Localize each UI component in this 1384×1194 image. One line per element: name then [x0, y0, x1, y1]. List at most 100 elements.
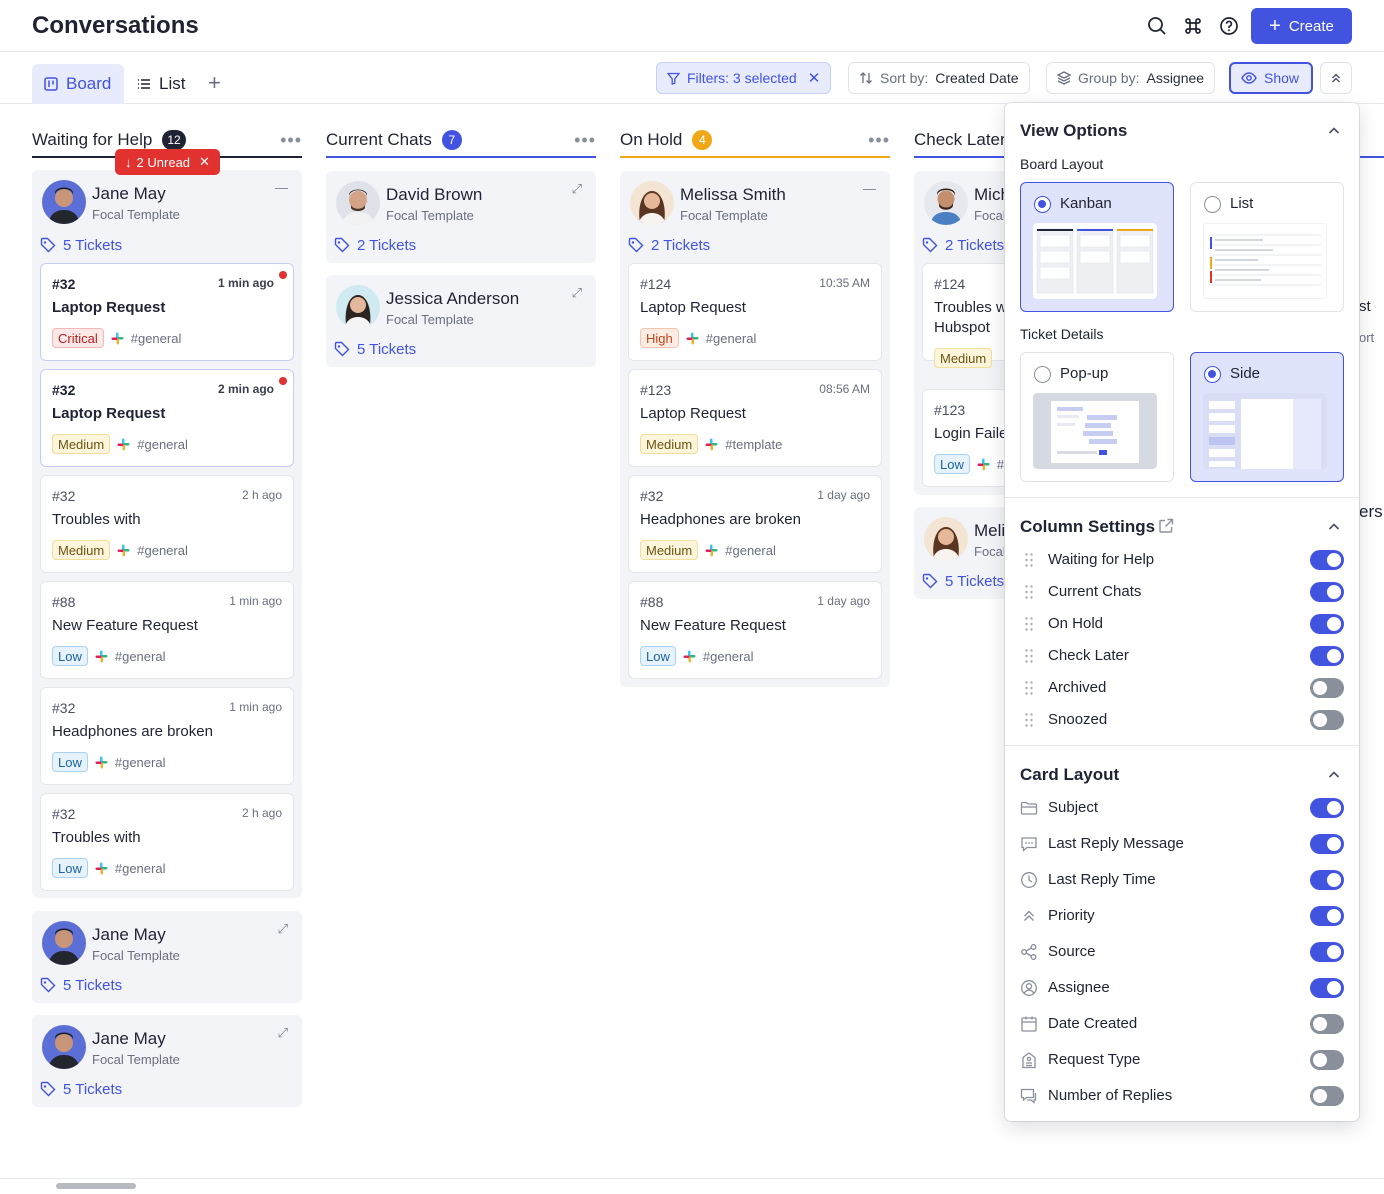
tickets-link[interactable]: 5 Tickets — [40, 235, 122, 255]
group-chip[interactable]: Group by: Assignee — [1046, 62, 1216, 94]
show-button[interactable]: Show — [1229, 62, 1313, 94]
drag-handle-icon[interactable] — [1024, 712, 1034, 728]
toggle-on[interactable] — [1310, 646, 1344, 666]
building-icon — [1022, 1052, 1036, 1069]
layout-option-list[interactable]: List — [1190, 182, 1344, 312]
horizontal-scrollbar[interactable] — [56, 1183, 136, 1189]
assignee-name: Jessica Anderson — [386, 289, 520, 308]
ticket-card[interactable]: #88 1 min ago New Feature Request Low #ge… — [40, 581, 294, 679]
assignee-group[interactable]: David Brown Focal Template ⤢ 2 Tickets — [326, 171, 596, 263]
chevron-up-icon[interactable] — [1327, 520, 1341, 534]
avatar — [336, 285, 380, 329]
collapse-icon[interactable]: — — [275, 180, 288, 195]
layers-icon — [1057, 71, 1071, 85]
assignee-template: Focal — [974, 208, 1006, 223]
setting-label: Assignee — [1048, 979, 1110, 996]
ticket-card[interactable]: #88 1 day ago New Feature Request Low #ge… — [628, 581, 882, 679]
add-view-icon[interactable]: + — [208, 72, 221, 94]
assignee-name: Jane May — [92, 925, 166, 944]
tab-board[interactable]: Board — [32, 64, 124, 104]
ticket-card[interactable]: #32 2 min ago Laptop Request Medium #gene… — [40, 369, 294, 467]
drag-handle-icon[interactable] — [1024, 648, 1034, 664]
ticket-subject: New Feature Request — [640, 617, 786, 634]
filters-chip[interactable]: Filters: 3 selected ✕ — [656, 62, 832, 94]
drag-handle-icon[interactable] — [1024, 552, 1034, 568]
ticket-card[interactable]: #32 1 min ago Headphones are broken Low #… — [40, 687, 294, 785]
dismiss-icon[interactable]: ✕ — [199, 154, 210, 170]
expand-icon[interactable]: ⤢ — [572, 285, 582, 301]
tab-list[interactable]: List — [125, 64, 197, 104]
command-icon[interactable] — [1183, 16, 1203, 36]
tickets-count: 2 Tickets — [651, 236, 711, 254]
drag-handle-icon[interactable] — [1024, 584, 1034, 600]
drag-handle-icon[interactable] — [1024, 680, 1034, 696]
expand-icon[interactable]: ⤢ — [278, 921, 288, 937]
toggle-on[interactable] — [1310, 978, 1344, 998]
tickets-link[interactable]: 5 Tickets — [40, 975, 122, 995]
toggle-on[interactable] — [1310, 550, 1344, 570]
details-option-side[interactable]: Side — [1190, 352, 1344, 482]
tickets-link[interactable]: 5 Tickets — [40, 1079, 122, 1099]
search-icon[interactable] — [1147, 16, 1167, 36]
more-icon[interactable]: ••• — [280, 130, 302, 151]
toggle-off[interactable] — [1310, 710, 1344, 730]
expand-icon[interactable]: ⤢ — [572, 181, 582, 197]
collapse-icon[interactable]: — — [863, 181, 876, 196]
assignee-group[interactable]: Jessica Anderson Focal Template ⤢ 5 Tick… — [326, 275, 596, 367]
tickets-link[interactable]: 5 Tickets — [334, 339, 416, 359]
toggle-off[interactable] — [1310, 1050, 1344, 1070]
collapse-button[interactable] — [1320, 62, 1352, 94]
external-link-icon[interactable] — [1158, 518, 1174, 534]
assignee-group[interactable]: Jane May Focal Template ⤢ 5 Tickets — [32, 911, 302, 1003]
tickets-link[interactable]: 2 Tickets — [628, 235, 710, 255]
toggle-on[interactable] — [1310, 834, 1344, 854]
details-option-popup[interactable]: Pop-up — [1020, 352, 1174, 482]
assignee-template: Focal Template — [92, 948, 180, 963]
toggle-on[interactable] — [1310, 614, 1344, 634]
avatar — [42, 180, 86, 224]
ticket-time: 2 h ago — [241, 806, 282, 820]
channel: #general — [130, 330, 182, 346]
setting-label: Priority — [1048, 907, 1095, 924]
tickets-link[interactable]: 2 Tickets — [334, 235, 416, 255]
ticket-subject: Troubles with — [52, 511, 141, 528]
toggle-off[interactable] — [1310, 1014, 1344, 1034]
sort-chip[interactable]: Sort by: Created Date — [848, 62, 1030, 94]
tag-icon — [40, 1081, 56, 1097]
ticket-card[interactable]: #32 2 h ago Troubles with Low #general — [40, 793, 294, 891]
create-button[interactable]: + Create — [1251, 8, 1352, 44]
toggle-off[interactable] — [1310, 678, 1344, 698]
drag-handle-icon[interactable] — [1024, 616, 1034, 632]
ticket-card[interactable]: #32 1 day ago Headphones are broken Medi… — [628, 475, 882, 573]
assignee-name: David Brown — [386, 185, 483, 204]
radio-selected — [1204, 366, 1221, 383]
more-icon[interactable]: ••• — [574, 130, 596, 151]
column-count: 7 — [441, 130, 462, 150]
unread-badge[interactable]: ↓ 2 Unread ✕ — [115, 149, 220, 175]
assignee-group[interactable]: Jane May Focal Template ⤢ 5 Tickets — [32, 1015, 302, 1107]
toggle-off[interactable] — [1310, 1086, 1344, 1106]
tag-icon — [40, 237, 56, 253]
more-icon[interactable]: ••• — [868, 130, 890, 151]
chevron-up-icon[interactable] — [1327, 124, 1341, 138]
tickets-link[interactable]: 5 Tickets — [922, 571, 1004, 591]
toggle-on[interactable] — [1310, 870, 1344, 890]
toggle-on[interactable] — [1310, 798, 1344, 818]
toggle-on[interactable] — [1310, 942, 1344, 962]
calendar-icon — [1021, 1016, 1037, 1032]
clear-filters-icon[interactable]: ✕ — [808, 69, 821, 87]
ticket-card[interactable]: #32 2 h ago Troubles with Medium #general — [40, 475, 294, 573]
setting-label: Date Created — [1048, 1015, 1138, 1032]
ticket-card[interactable]: #124 10:35 AM Laptop Request High #genera… — [628, 263, 882, 361]
chevron-up-icon[interactable] — [1327, 768, 1341, 782]
toggle-on[interactable] — [1310, 582, 1344, 602]
help-icon[interactable] — [1219, 16, 1239, 36]
ticket-subject: Login Faile — [934, 425, 1008, 442]
priority-badge: Medium — [52, 540, 111, 560]
expand-icon[interactable]: ⤢ — [278, 1025, 288, 1041]
toggle-on[interactable] — [1310, 906, 1344, 926]
layout-option-kanban[interactable]: Kanban — [1020, 182, 1174, 312]
ticket-card[interactable]: #123 08:56 AM Laptop Request Medium #temp… — [628, 369, 882, 467]
tickets-link[interactable]: 2 Tickets — [922, 235, 1004, 255]
ticket-card[interactable]: #32 1 min ago Laptop Request Critical #ge… — [40, 263, 294, 361]
